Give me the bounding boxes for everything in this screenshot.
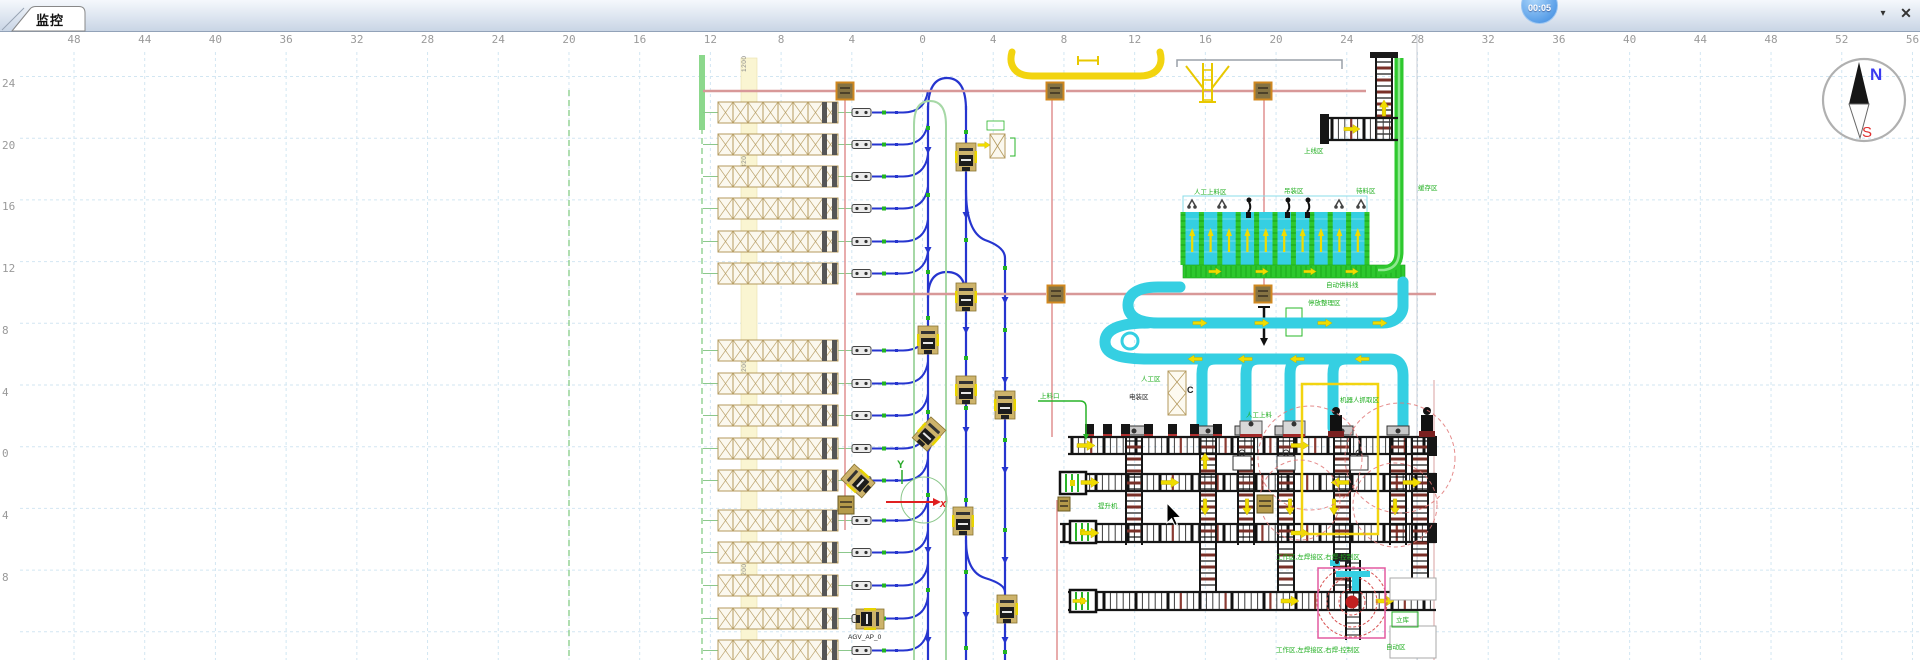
ruler-top-tick: 8	[770, 33, 792, 46]
ruler-top-tick: 48	[63, 33, 85, 46]
station-box[interactable]	[838, 496, 854, 514]
ruler-left-tick: 12	[2, 262, 15, 275]
tab-monitor[interactable]: 监控	[36, 10, 64, 29]
agv-icon[interactable]	[955, 376, 977, 404]
agv-icon[interactable]	[952, 507, 974, 535]
ruler-left-tick: 8	[2, 324, 9, 337]
buffer-bank	[1181, 196, 1370, 266]
svg-text:提升机: 提升机	[1098, 501, 1118, 510]
ruler-top-tick: 24	[1336, 33, 1358, 46]
ruler-top-tick: 16	[629, 33, 651, 46]
ruler-top-tick: 12	[699, 33, 721, 46]
ruler-top-tick: 4	[841, 33, 863, 46]
ruler-top-tick: 12	[1124, 33, 1146, 46]
ruler-top-tick: 24	[487, 33, 509, 46]
ruler-top-tick: 48	[1760, 33, 1782, 46]
ruler-top-tick: 36	[1548, 33, 1570, 46]
ruler-top-tick: 44	[1689, 33, 1711, 46]
svg-text:Y: Y	[897, 459, 905, 471]
rack-symbol	[987, 121, 1015, 158]
ruler-top-tick: 40	[204, 33, 226, 46]
svg-text:自动供料线: 自动供料线	[1326, 280, 1359, 289]
drawing-boundary: 12003200320032003200	[569, 34, 1434, 660]
svg-text:人工上料区: 人工上料区	[1194, 187, 1227, 196]
agv-icon[interactable]	[917, 326, 939, 354]
compass: NS	[1823, 59, 1905, 141]
timer-badge-label: 00:05	[1521, 3, 1558, 13]
agv-icon[interactable]	[955, 283, 977, 311]
agv-path-network	[872, 78, 1009, 660]
svg-text:吊装区: 吊装区	[1284, 186, 1304, 195]
svg-text:人工上料: 人工上料	[1246, 410, 1273, 419]
ruler-left-tick: 20	[2, 139, 15, 152]
ruler-left-tick: 4	[2, 509, 9, 522]
station-box[interactable]	[1257, 495, 1273, 513]
svg-text:工作区,左焊接区,右焊-控制区: 工作区,左焊接区,右焊-控制区	[1276, 645, 1360, 654]
origin-marker: xY	[886, 459, 947, 510]
ruler-top-tick: 16	[1194, 33, 1216, 46]
chevron-down-icon[interactable]: ▾	[1874, 8, 1892, 24]
svg-text:C: C	[1187, 385, 1194, 395]
serpentine-conveyor	[1105, 282, 1403, 428]
ruler-top-tick: 32	[1477, 33, 1499, 46]
monitor-window: 12003200320032003200xY人工上料区吊装区待料区缓存区上线区自…	[0, 0, 1920, 660]
ruler-top-tick: 28	[417, 33, 439, 46]
plant-layout-canvas[interactable]: 12003200320032003200xY人工上料区吊装区待料区缓存区上线区自…	[0, 0, 1920, 660]
compass-south-label: S	[1862, 124, 1872, 141]
svg-text:x: x	[939, 498, 947, 510]
agv-icon[interactable]	[856, 608, 884, 630]
svg-text:停放整理区: 停放整理区	[1308, 298, 1341, 307]
mouse-cursor	[1167, 503, 1181, 526]
ruler-left-tick: 4	[2, 386, 9, 399]
svg-text:缓存区: 缓存区	[1418, 183, 1438, 192]
ruler-top-tick: 0	[912, 33, 934, 46]
ruler-top-tick: 52	[1831, 33, 1853, 46]
ruler-top-tick: 32	[346, 33, 368, 46]
svg-text:电装区: 电装区	[1129, 392, 1149, 401]
ruler-top-tick: 36	[275, 33, 297, 46]
svg-text:1200: 1200	[741, 56, 748, 72]
ruler-top-tick: 8	[1053, 33, 1075, 46]
tab-shape	[0, 0, 220, 32]
svg-text:机器人抓取区: 机器人抓取区	[1340, 395, 1380, 404]
svg-text:AGV_AP_0: AGV_AP_0	[848, 634, 882, 641]
tab-bar	[0, 0, 1920, 32]
assembly-conveyors	[1038, 52, 1437, 612]
station-box[interactable]	[1058, 497, 1070, 511]
storage-racks	[703, 102, 871, 660]
svg-text:自动区: 自动区	[1386, 642, 1406, 651]
ruler-left-tick: 0	[2, 447, 9, 460]
ruler-top-tick: 28	[1406, 33, 1428, 46]
ruler-left-tick: 8	[2, 571, 9, 584]
ruler-left-tick: 24	[2, 77, 15, 90]
ruler-top-tick: 20	[558, 33, 580, 46]
svg-text:上料口: 上料口	[1040, 391, 1060, 400]
agv-icon[interactable]	[994, 391, 1016, 419]
agv-icon[interactable]	[996, 595, 1018, 623]
ruler-top-tick: 20	[1265, 33, 1287, 46]
ruler-top-tick: 4	[982, 33, 1004, 46]
svg-text:立库: 立库	[1396, 615, 1410, 624]
close-icon[interactable]: ✕	[1896, 5, 1916, 25]
ruler-left-tick: 16	[2, 200, 15, 213]
ruler-top-tick: 56	[1901, 33, 1920, 46]
svg-text:工作区,左焊接区,右焊-控制区: 工作区,左焊接区,右焊-控制区	[1276, 552, 1360, 561]
agv-icon[interactable]	[955, 143, 977, 171]
ruler-top-tick: 44	[134, 33, 156, 46]
svg-text:待料区: 待料区	[1356, 186, 1376, 195]
ruler-top-tick: 40	[1619, 33, 1641, 46]
compass-north-label: N	[1870, 65, 1882, 84]
svg-text:上线区: 上线区	[1304, 146, 1324, 155]
svg-text:人工区: 人工区	[1141, 375, 1161, 383]
